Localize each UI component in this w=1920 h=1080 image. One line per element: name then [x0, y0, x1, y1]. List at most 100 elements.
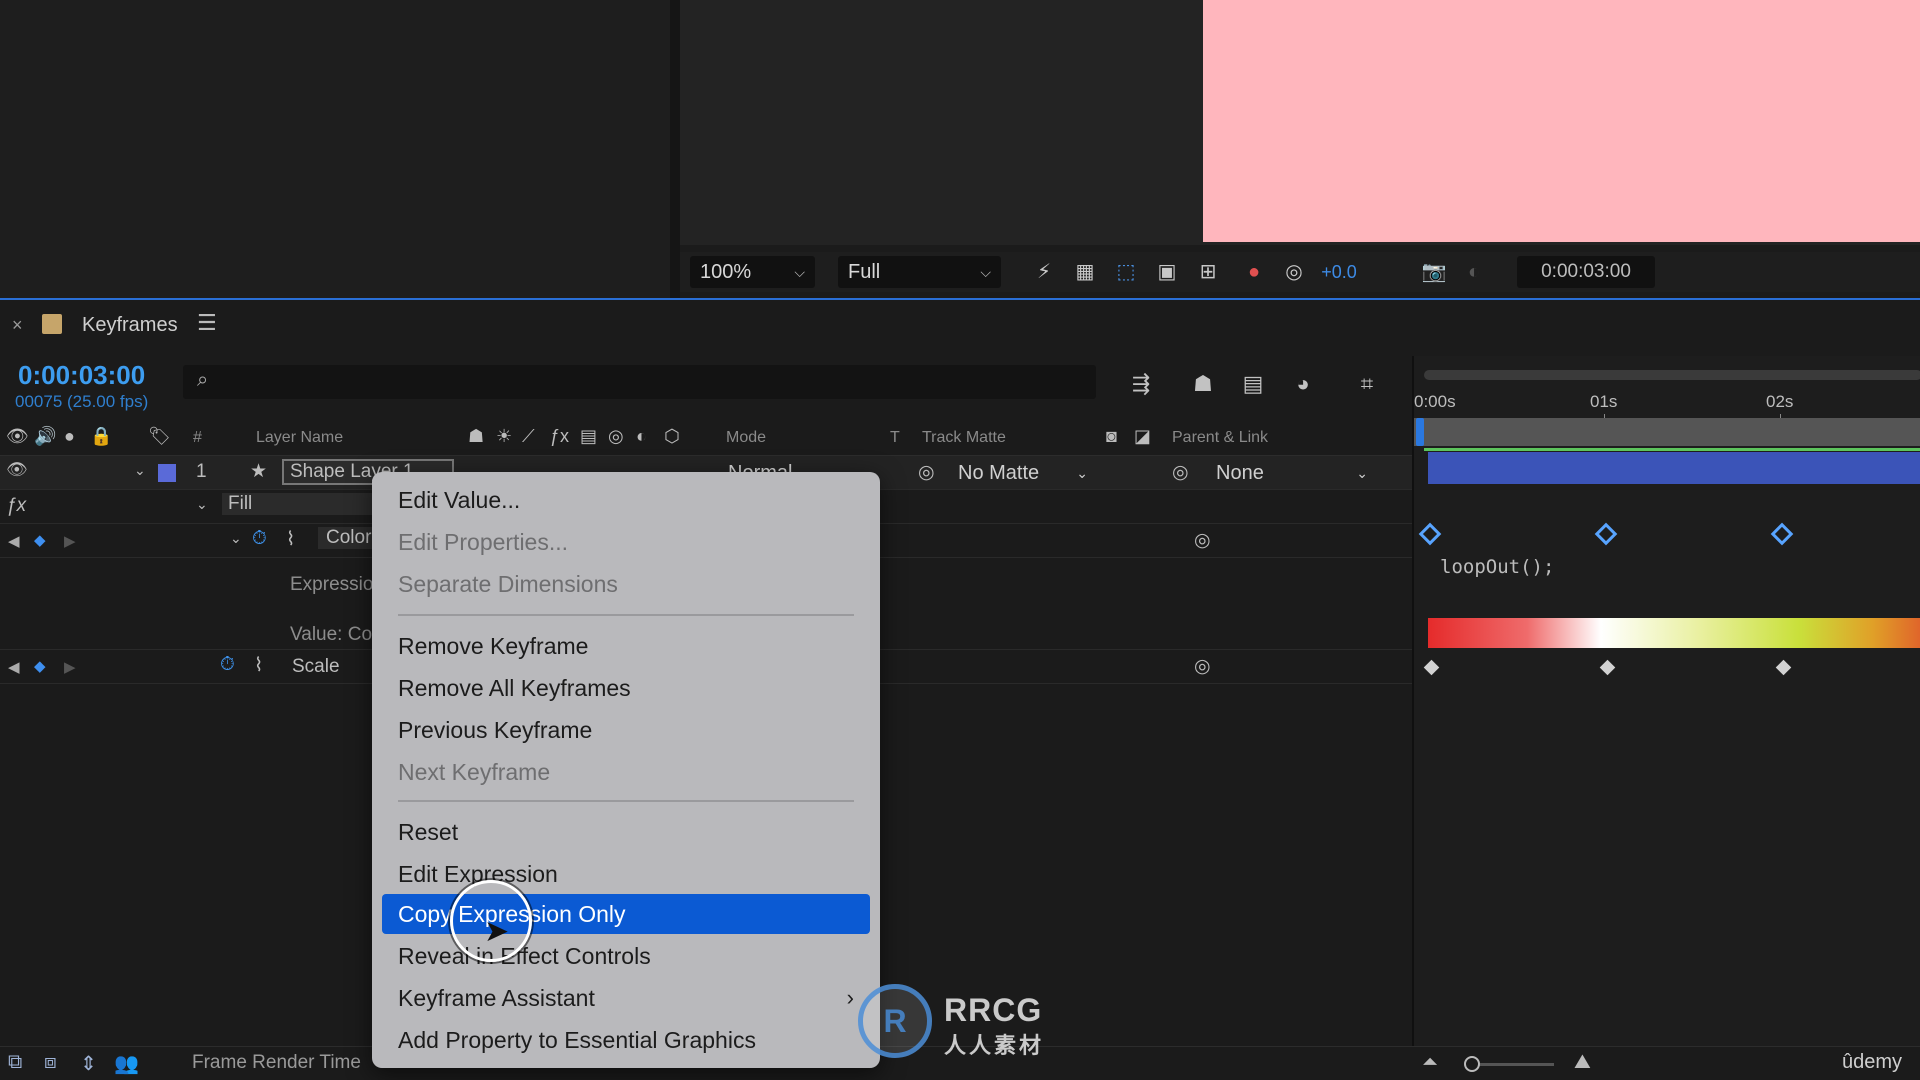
add-keyframe-icon[interactable]: ◆ — [34, 657, 46, 675]
menu-separator — [398, 800, 854, 802]
shy-layers-icon[interactable]: ☗ — [1186, 368, 1220, 400]
zoom-slider-knob[interactable] — [1464, 1056, 1480, 1072]
timeline-graph[interactable]: 0:00s 01s 02s loopOut(); — [1412, 356, 1920, 1046]
close-icon[interactable]: × — [12, 315, 23, 336]
in-out-stretch-icon[interactable]: ⇕ — [80, 1051, 97, 1076]
column-layer-name[interactable]: Layer Name — [256, 429, 343, 447]
menu-item-add-property-to-essential-graphics[interactable]: Add Property to Essential Graphics — [382, 1020, 870, 1060]
motion-blur-icon[interactable]: ◕ — [1286, 368, 1320, 400]
grid-guides-icon[interactable]: ⊞ — [1194, 259, 1222, 285]
menu-item-edit-expression[interactable]: Edit Expression — [382, 854, 870, 894]
graph-icon[interactable]: ⌇ — [254, 654, 263, 677]
previous-keyframe-icon[interactable]: ◀ — [8, 658, 20, 676]
zoom-dropdown[interactable]: 100% ⌵ — [690, 256, 815, 288]
layer-duration-bar[interactable] — [1428, 452, 1920, 484]
layer-search-input[interactable]: ⌕ — [183, 365, 1096, 399]
snapshot-icon[interactable]: 📷 — [1420, 259, 1448, 285]
menu-item-previous-keyframe[interactable]: Previous Keyframe — [382, 710, 870, 750]
tab-title[interactable]: Keyframes — [82, 314, 178, 337]
layer-label-color[interactable] — [158, 464, 176, 482]
chevron-down-icon[interactable]: ⌄ — [196, 496, 208, 513]
composition-flowchart-icon[interactable]: ⇶ — [1124, 368, 1158, 400]
panel-divider[interactable] — [670, 0, 680, 298]
current-time[interactable]: 0:00:03:00 — [18, 360, 145, 391]
work-area-bar[interactable] — [1414, 418, 1920, 446]
resolution-dropdown[interactable]: Full ⌵ — [838, 256, 1001, 288]
column-parent-link[interactable]: Parent & Link — [1172, 429, 1268, 447]
region-of-interest-icon[interactable]: ▣ — [1153, 259, 1181, 285]
time-navigator[interactable] — [1424, 370, 1920, 380]
menu-item-edit-value[interactable]: Edit Value... — [382, 480, 870, 520]
chevron-down-icon[interactable]: ⌄ — [134, 462, 146, 479]
track-matte-dropdown[interactable]: No Matte ⌄ — [952, 459, 1094, 487]
color-keyframe[interactable] — [1770, 522, 1794, 546]
viewer-timecode[interactable]: 0:00:03:00 — [1517, 256, 1655, 288]
menu-item-remove-keyframe[interactable]: Remove Keyframe — [382, 626, 870, 666]
frame-blending-icon[interactable]: ▤ — [1236, 368, 1270, 400]
fill-effect-name[interactable]: Fill — [222, 493, 372, 515]
transparency-grid-icon[interactable]: ▦ — [1071, 259, 1099, 285]
exposure-reset-icon[interactable]: ◎ — [1280, 259, 1308, 285]
composition-canvas[interactable] — [1203, 0, 1920, 242]
menu-item-separate-dimensions[interactable]: Separate Dimensions — [382, 564, 870, 604]
color-keyframe[interactable] — [1418, 522, 1442, 546]
color-keyframe[interactable] — [1594, 522, 1618, 546]
visibility-eye-icon[interactable]: 👁 — [6, 460, 28, 480]
color-property-name[interactable]: Color — [318, 527, 378, 549]
solo-icon[interactable]: ● — [64, 426, 75, 447]
mask-visibility-icon[interactable]: ⬚ — [1112, 259, 1140, 285]
graph-icon[interactable]: ⌇ — [286, 528, 295, 551]
panel-menu-icon[interactable]: ☰ — [197, 310, 217, 336]
parent-pickwhip-icon[interactable]: ◎ — [1172, 461, 1189, 484]
label-tag-icon[interactable]: 🏷 — [148, 426, 171, 447]
show-snapshot-icon[interactable]: ◐ — [1460, 259, 1488, 285]
menu-item-reset[interactable]: Reset — [382, 812, 870, 852]
render-time-icon[interactable]: 👥 — [114, 1051, 139, 1076]
menu-item-edit-properties[interactable]: Edit Properties... — [382, 522, 870, 562]
tick-label: 01s — [1590, 392, 1618, 411]
exposure-value[interactable]: +0.0 — [1314, 259, 1364, 285]
menu-item-remove-all-keyframes[interactable]: Remove All Keyframes — [382, 668, 870, 708]
chevron-down-icon: ⌄ — [1356, 464, 1368, 481]
next-keyframe-icon[interactable]: ▶ — [64, 658, 76, 676]
stopwatch-icon[interactable]: ⏱ — [220, 654, 235, 676]
parent-dropdown[interactable]: None ⌄ — [1210, 459, 1374, 487]
transfer-controls-icon[interactable]: ⧈ — [44, 1051, 57, 1074]
expression-text[interactable]: loopOut(); — [1440, 556, 1554, 578]
property-pickwhip-icon[interactable]: ◎ — [1194, 529, 1211, 552]
time-ruler[interactable]: 0:00s 01s 02s — [1414, 362, 1920, 424]
value-label: Value: Co — [290, 624, 373, 645]
graph-editor-icon[interactable]: ⌗ — [1350, 368, 1384, 400]
next-keyframe-icon[interactable]: ▶ — [64, 532, 76, 550]
audio-icon[interactable]: 🔊 — [34, 426, 56, 447]
scale-keyframe[interactable] — [1775, 659, 1792, 676]
column-mode[interactable]: Mode — [726, 429, 766, 447]
stopwatch-icon[interactable]: ⏱ — [252, 528, 267, 550]
layer-switches-icon[interactable]: ⧉ — [8, 1051, 22, 1074]
zoom-out-icon[interactable]: ⏶ — [1422, 1051, 1438, 1074]
channel-icon[interactable]: ● — [1240, 259, 1268, 285]
add-keyframe-icon[interactable]: ◆ — [34, 531, 46, 549]
current-frame: 00075 (25.00 fps) — [15, 392, 149, 411]
layer-column-header: 👁 🔊 ● 🔒 🏷 # Layer Name ☗ ☀ ⟋ ƒx ▤ ◎ ◐ ⬡ … — [0, 420, 1412, 456]
zoom-in-icon[interactable]: ⛰ — [1574, 1051, 1591, 1074]
zoom-slider-track[interactable] — [1470, 1063, 1554, 1066]
column-track-matte[interactable]: Track Matte — [922, 429, 1006, 447]
scale-keyframe[interactable] — [1423, 659, 1440, 676]
tick-label: 02s — [1766, 392, 1794, 411]
eye-icon[interactable]: 👁 — [6, 426, 29, 447]
scale-property-name[interactable]: Scale — [292, 656, 340, 678]
adjustment-switch-icon: ◐ — [636, 426, 647, 446]
playhead[interactable] — [1416, 418, 1424, 446]
matte-pickwhip-icon[interactable]: ◎ — [918, 461, 935, 484]
fast-preview-icon[interactable]: ⚡ — [1030, 259, 1058, 285]
lock-icon[interactable]: 🔒 — [90, 426, 112, 447]
chevron-down-icon[interactable]: ⌄ — [230, 530, 242, 547]
track-matte-value: No Matte — [958, 461, 1040, 484]
scale-keyframe[interactable] — [1599, 659, 1616, 676]
menu-item-keyframe-assistant[interactable]: Keyframe Assistant › — [382, 978, 870, 1018]
timeline-panel-tab: × Keyframes ☰ — [0, 300, 1920, 350]
menu-item-next-keyframe[interactable]: Next Keyframe — [382, 752, 870, 792]
property-pickwhip-icon[interactable]: ◎ — [1194, 655, 1211, 678]
previous-keyframe-icon[interactable]: ◀ — [8, 532, 20, 550]
